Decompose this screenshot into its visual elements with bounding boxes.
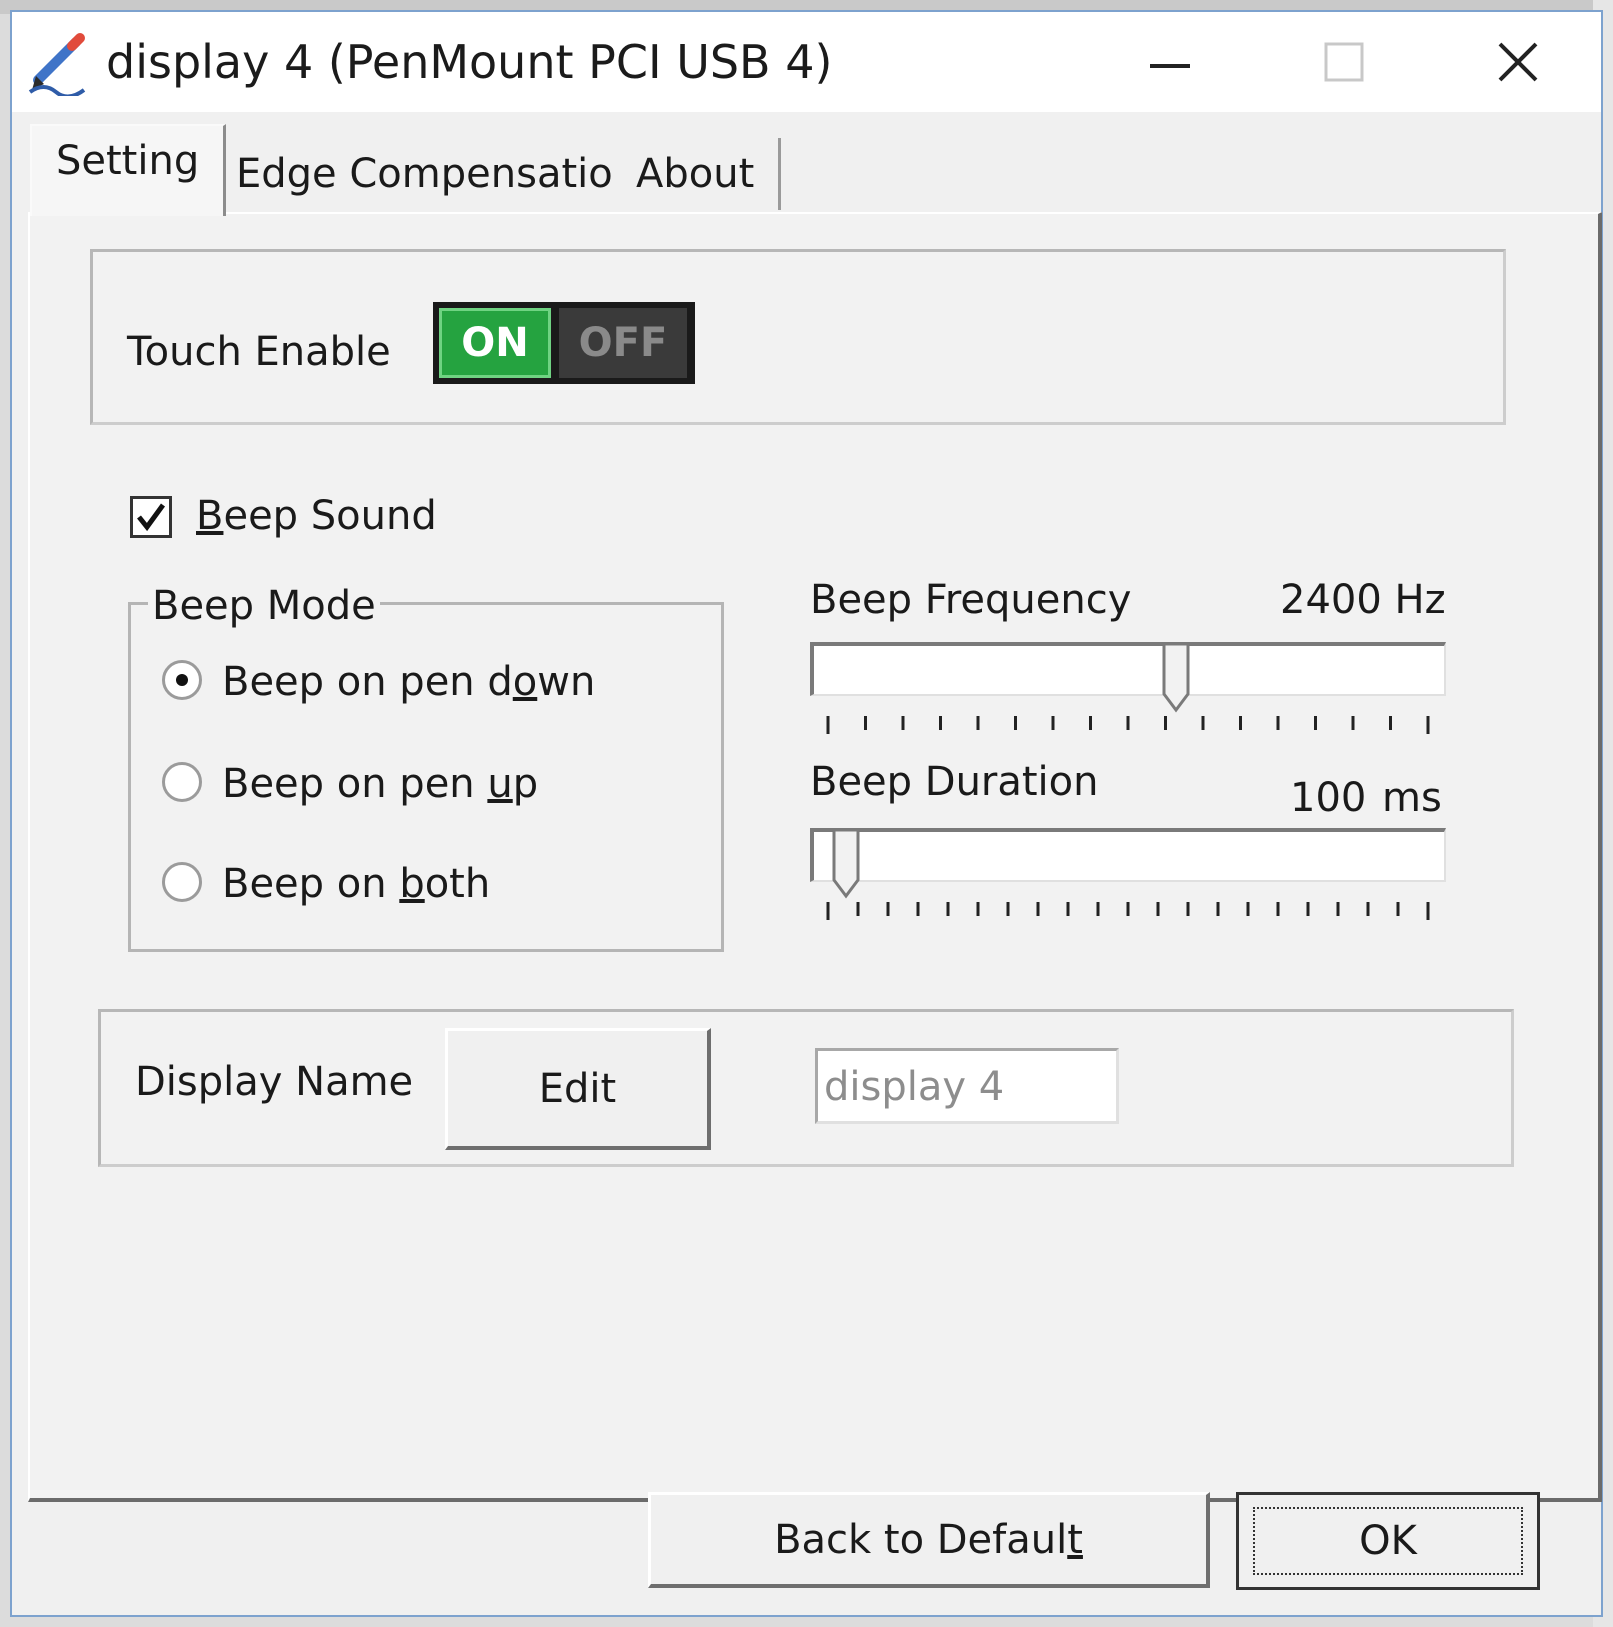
tab-setting[interactable]: Setting <box>30 124 227 216</box>
duration-slider-thumb[interactable] <box>832 828 860 899</box>
dialog-window: display 4 (PenMount PCI USB 4) Setting E… <box>10 10 1603 1617</box>
edit-button[interactable]: Edit <box>445 1028 711 1150</box>
touch-enable-group: Touch Enable ON OFF <box>90 249 1506 425</box>
tab-about[interactable]: About <box>612 138 782 210</box>
beep-frequency-slider[interactable] <box>810 642 1446 742</box>
tab-edge-compensation[interactable]: Edge Compensation <box>212 138 666 210</box>
beep-duration-value: 100 <box>1290 775 1367 821</box>
toggle-on-segment: ON <box>439 308 551 378</box>
beep-duration-unit: ms <box>1382 775 1442 821</box>
duration-slider-graphics <box>826 828 1430 920</box>
beep-on-pen-down-label[interactable]: Beep on pen down <box>222 658 595 706</box>
beep-sound-label[interactable]: Beep Sound <box>196 492 437 540</box>
display-name-group: Display Name Edit display 4 <box>98 1009 1514 1167</box>
frequency-slider-graphics <box>826 642 1430 734</box>
touch-enable-toggle[interactable]: ON OFF <box>433 302 695 384</box>
frequency-slider-thumb[interactable] <box>1162 642 1190 713</box>
display-name-label: Display Name <box>135 1059 414 1105</box>
display-name-field[interactable]: display 4 <box>815 1048 1119 1124</box>
beep-sound-accel: B <box>196 493 224 539</box>
back-to-default-button[interactable]: Back to Default <box>648 1492 1210 1588</box>
maximize-button[interactable] <box>1284 12 1404 112</box>
maximize-icon <box>1324 42 1364 82</box>
beep-frequency-value: 2400 Hz <box>1280 577 1446 623</box>
close-button[interactable] <box>1458 12 1578 112</box>
setting-panel: Touch Enable ON OFF Beep Sound Beep Mode… <box>28 212 1602 1502</box>
beep-on-pen-up-label[interactable]: Beep on pen up <box>222 760 538 808</box>
beep-duration-label: Beep Duration <box>810 759 1099 805</box>
title-bar[interactable]: display 4 (PenMount PCI USB 4) <box>12 12 1601 112</box>
beep-on-pen-up-radio[interactable] <box>162 762 202 802</box>
touch-enable-label: Touch Enable <box>127 329 391 375</box>
radio-selected-dot <box>176 674 188 686</box>
beep-mode-legend: Beep Mode <box>148 582 380 630</box>
beep-on-pen-down-radio[interactable] <box>162 660 202 700</box>
beep-duration-slider[interactable] <box>810 828 1446 928</box>
toggle-off-segment: OFF <box>559 308 687 378</box>
close-icon <box>1498 42 1538 82</box>
pen-icon <box>28 33 86 96</box>
beep-on-both-radio[interactable] <box>162 862 202 902</box>
checkmark-icon <box>137 503 166 532</box>
beep-frequency-label: Beep Frequency <box>810 577 1132 623</box>
beep-sound-checkbox[interactable] <box>130 496 172 538</box>
window-title: display 4 (PenMount PCI USB 4) <box>106 35 833 89</box>
minimize-button[interactable] <box>1110 12 1230 112</box>
beep-sound-rest: eep Sound <box>223 493 437 539</box>
ok-button[interactable]: OK <box>1236 1492 1540 1590</box>
minimize-icon <box>1150 64 1190 68</box>
beep-on-both-label[interactable]: Beep on both <box>222 860 490 908</box>
